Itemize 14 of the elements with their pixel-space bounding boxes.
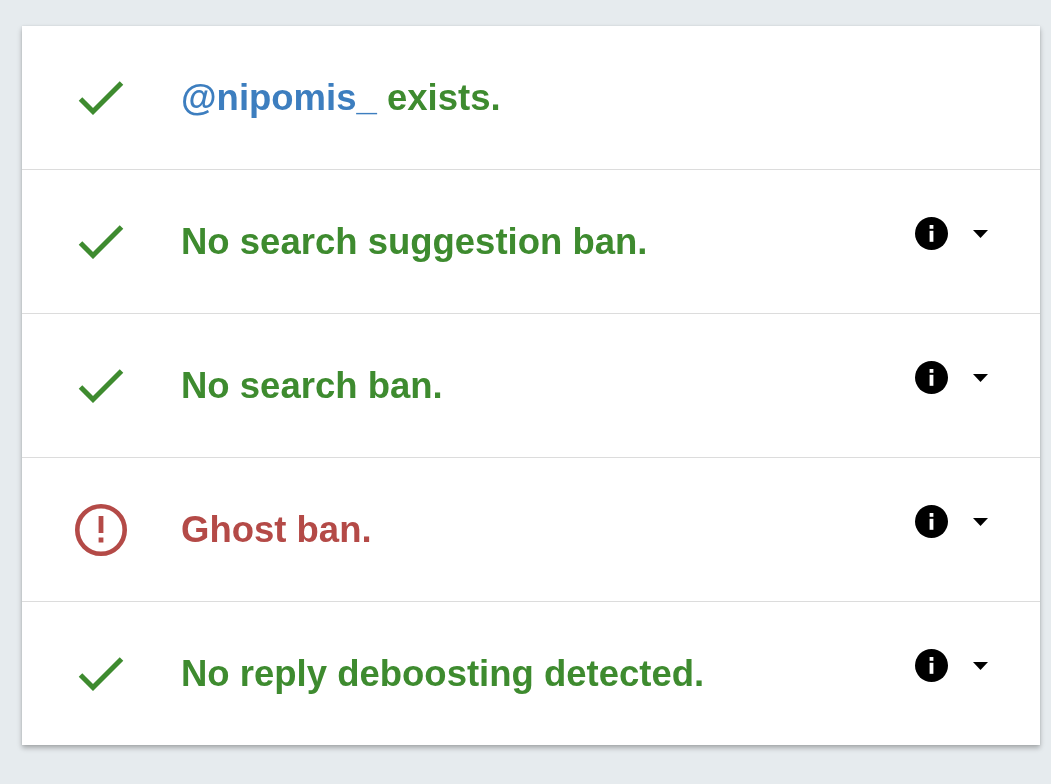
caret-icon[interactable] — [973, 661, 988, 670]
caret-icon[interactable] — [973, 517, 988, 526]
status-message: No search ban. — [181, 364, 443, 407]
status-message: No search suggestion ban. — [181, 220, 648, 263]
status-message: Ghost ban. — [181, 508, 372, 551]
status-message: No reply deboosting detected. — [181, 652, 705, 695]
info-icon[interactable] — [915, 361, 948, 394]
info-icon[interactable] — [915, 649, 948, 682]
caret-icon[interactable] — [973, 229, 988, 238]
info-icon[interactable] — [915, 217, 948, 250]
profile-link[interactable]: @nipomis_ — [181, 76, 377, 118]
info-icon[interactable] — [915, 505, 948, 538]
caret-icon[interactable] — [973, 373, 988, 382]
status-message: @nipomis_ exists. — [181, 76, 501, 119]
